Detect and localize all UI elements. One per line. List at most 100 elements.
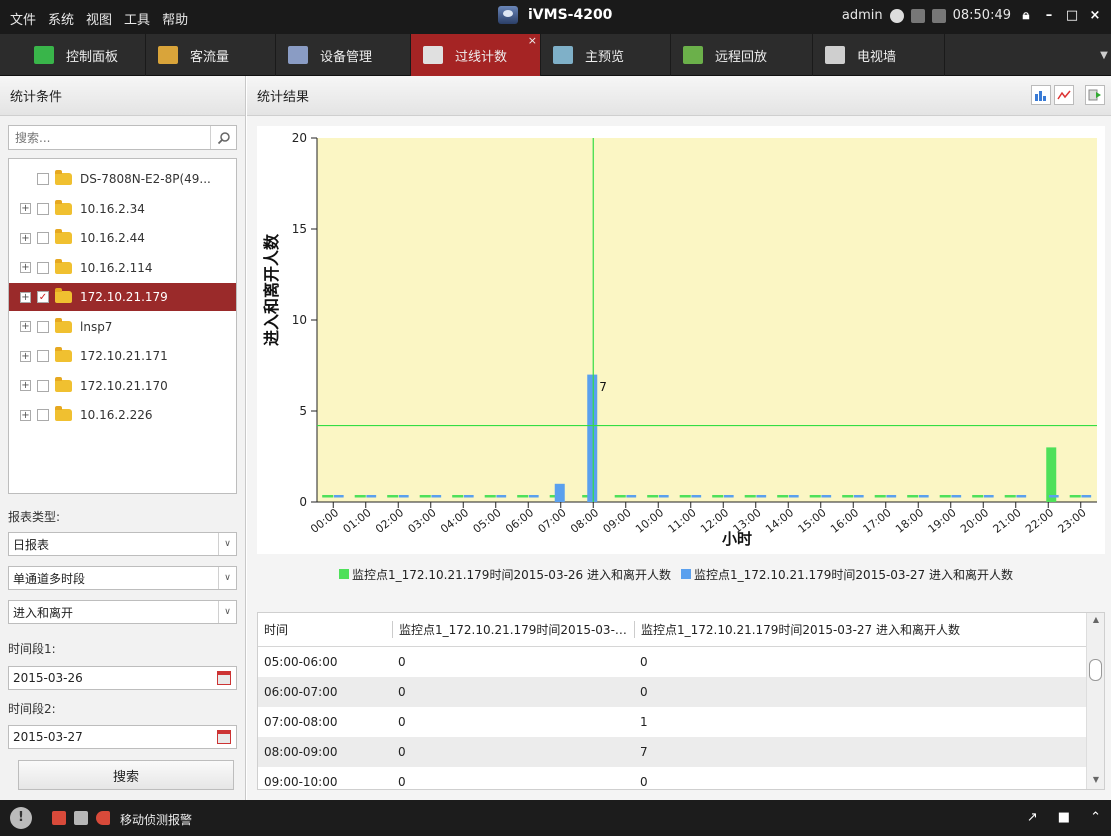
table-cell: 0: [398, 685, 406, 699]
y-tick-label: 0: [299, 495, 307, 509]
expand-plus-icon[interactable]: +: [20, 203, 31, 214]
bar-series2: [788, 495, 799, 498]
tab-video-wall[interactable]: 电视墙: [813, 34, 945, 76]
tab-people-flow[interactable]: 客流量: [146, 34, 276, 76]
bar-series1: [419, 495, 431, 498]
bar-series1: [907, 495, 919, 498]
tree-checkbox[interactable]: [37, 320, 49, 333]
user-name[interactable]: admin: [842, 8, 883, 23]
tree-checkbox[interactable]: [37, 261, 49, 274]
tree-checkbox[interactable]: [37, 350, 49, 362]
speaker-icon[interactable]: [96, 811, 110, 825]
bar-chart-icon[interactable]: [1031, 85, 1051, 105]
export-icon[interactable]: [1085, 85, 1105, 105]
tree-item[interactable]: +10.16.2.44: [9, 224, 236, 252]
tab-main-view[interactable]: 主预览: [541, 34, 671, 76]
period1-date-field[interactable]: 2015-03-26: [8, 666, 237, 690]
table-row[interactable]: 06:00-07:00 0 0: [258, 677, 1086, 707]
menu-view[interactable]: 视图: [86, 9, 112, 28]
bar-series2: [431, 495, 442, 498]
expand-plus-icon[interactable]: +: [20, 350, 31, 362]
channel-mode-select[interactable]: 单通道多时段 ∨: [8, 566, 237, 590]
report-type-select[interactable]: 日报表 ∨: [8, 532, 237, 556]
column-header[interactable]: 时间: [258, 621, 392, 638]
search-button[interactable]: 搜索: [18, 760, 234, 790]
tree-item[interactable]: +172.10.21.170: [9, 372, 236, 400]
scroll-up-icon[interactable]: ▲: [1087, 615, 1104, 624]
column-header[interactable]: 监控点1_172.10.21.179时间2015-03-26 进入和离开人数: [392, 621, 634, 638]
close-button[interactable]: ×: [1087, 8, 1103, 23]
menu-tools[interactable]: 工具: [124, 9, 150, 28]
folder-icon: [55, 347, 72, 362]
tree-checkbox[interactable]: [37, 202, 49, 215]
lock-icon[interactable]: 🔒︎: [1018, 8, 1034, 23]
tree-item[interactable]: +10.16.2.34: [9, 195, 236, 223]
legend-item[interactable]: 监控点1_172.10.21.179时间2015-03-27 进入和离开人数: [681, 566, 1013, 583]
tab-close-icon[interactable]: ×: [528, 34, 537, 47]
table-row[interactable]: 08:00-09:00 0 7: [258, 737, 1086, 767]
tree-checkbox[interactable]: ✓: [37, 291, 49, 303]
tree-item[interactable]: DS-7808N-E2-8P(49...: [9, 165, 236, 193]
tree-checkbox[interactable]: [37, 409, 49, 421]
expand-plus-icon[interactable]: +: [20, 232, 31, 244]
tree-item[interactable]: +172.10.21.171: [9, 342, 236, 370]
tree-item[interactable]: +10.16.2.226: [9, 401, 236, 429]
x-tick-label: 08:00: [568, 506, 601, 536]
line-chart-icon[interactable]: [1054, 85, 1074, 105]
search-icon[interactable]: [210, 126, 236, 149]
expand-plus-icon[interactable]: +: [20, 262, 31, 273]
tab-control-panel[interactable]: 控制面板: [22, 34, 146, 76]
table-row[interactable]: 07:00-08:00 0 1: [258, 707, 1086, 737]
bar-series2: [554, 483, 565, 502]
bar-series1: [777, 495, 789, 498]
period2-date-field[interactable]: 2015-03-27: [8, 725, 237, 749]
folder-icon: [55, 229, 72, 244]
tab-remote-playback[interactable]: 远程回放: [671, 34, 813, 76]
legend-item[interactable]: 监控点1_172.10.21.179时间2015-03-26 进入和离开人数: [339, 566, 671, 583]
menu-system[interactable]: 系统: [48, 9, 74, 28]
table-row[interactable]: 05:00-06:00 0 0: [258, 647, 1086, 677]
bar-series1: [1069, 495, 1081, 498]
scroll-down-icon[interactable]: ▼: [1087, 775, 1104, 784]
tree-checkbox[interactable]: [37, 173, 49, 185]
menu-help[interactable]: 帮助: [162, 9, 188, 28]
calendar-icon[interactable]: [217, 730, 231, 744]
expand-plus-icon[interactable]: +: [20, 321, 31, 332]
tab-overflow-chevron-icon[interactable]: ▼: [1097, 34, 1111, 76]
table-row[interactable]: 09:00-10:00 0 0: [258, 767, 1086, 789]
menu-file[interactable]: 文件: [10, 9, 36, 28]
maximize-button[interactable]: □: [1064, 8, 1080, 23]
y-tick-label: 20: [292, 131, 307, 145]
tree-checkbox[interactable]: [37, 379, 49, 392]
expand-plus-icon[interactable]: +: [20, 291, 31, 303]
tree-checkbox[interactable]: [37, 232, 49, 244]
calendar-icon[interactable]: [217, 671, 231, 685]
tab-line-crossing[interactable]: 过线计数 ×: [411, 34, 541, 76]
table-scrollbar[interactable]: ▲ ▼: [1086, 613, 1104, 789]
legend-label: 监控点1_172.10.21.179时间2015-03-27 进入和离开人数: [694, 568, 1013, 582]
expand-plus-icon[interactable]: +: [20, 409, 31, 421]
alarm-warning-icon[interactable]: !: [10, 807, 32, 829]
pin-icon[interactable]: ↗: [1027, 810, 1038, 825]
alarm-picture-icon[interactable]: [74, 811, 88, 825]
scroll-thumb[interactable]: [1089, 659, 1102, 681]
tab-device-management[interactable]: 设备管理: [276, 34, 411, 76]
minimize-button[interactable]: –: [1041, 8, 1057, 23]
tree-item[interactable]: +10.16.2.114: [9, 254, 236, 282]
direction-select[interactable]: 进入和离开 ∨: [8, 600, 237, 624]
expand-up-icon[interactable]: ⌃: [1090, 810, 1101, 825]
expand-plus-icon[interactable]: +: [20, 380, 31, 391]
table-cell: 1: [640, 715, 648, 729]
alarm-person-icon[interactable]: [52, 811, 66, 825]
remote-playback-icon: [683, 46, 703, 64]
restore-icon[interactable]: ■: [1058, 810, 1070, 825]
device-search-input[interactable]: [9, 126, 204, 149]
tree-item[interactable]: + lnsp7: [9, 313, 236, 341]
bar-series2: [1048, 495, 1059, 498]
column-header[interactable]: 监控点1_172.10.21.179时间2015-03-27 进入和离开人数: [634, 621, 960, 638]
tree-item-label: 10.16.2.34: [80, 201, 145, 216]
tree-item[interactable]: + ✓ 172.10.21.179: [9, 283, 236, 311]
folder-icon: [55, 376, 72, 392]
globe-icon[interactable]: [889, 8, 904, 23]
x-tick-label: 04:00: [438, 506, 471, 536]
